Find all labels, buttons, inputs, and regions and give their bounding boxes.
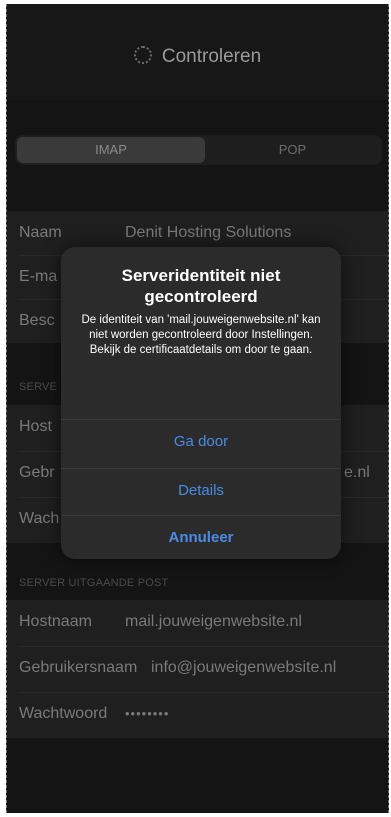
outgoing-hostname-value: mail.jouweigenwebsite.nl	[125, 613, 302, 630]
email-label: E-ma	[19, 268, 58, 285]
server-identity-alert: Serveridentiteit niet gecontroleerd De i…	[61, 247, 341, 559]
navigation-bar: Controleren	[7, 4, 388, 100]
alert-message: De identiteit van 'mail.jouweigenwebsite…	[81, 314, 321, 356]
protocol-segmented-control: IMAP POP	[15, 135, 382, 165]
outgoing-username-value: info@jouweigenwebsite.nl	[151, 659, 337, 676]
alert-title: Serveridentiteit niet gecontroleerd	[121, 266, 281, 306]
tab-imap[interactable]: IMAP	[17, 137, 205, 163]
outgoing-server-group: Hostnaam mail.jouweigenwebsite.nl Gebrui…	[7, 600, 388, 738]
outgoing-password-value: ••••••••	[125, 706, 170, 721]
incoming-hostname-label: Host	[19, 418, 52, 435]
outgoing-hostname-row[interactable]: Hostnaam mail.jouweigenwebsite.nl	[7, 600, 388, 644]
name-label: Naam	[19, 224, 62, 241]
outgoing-username-label: Gebruikersnaam	[19, 659, 138, 676]
outgoing-server-header: SERVER UITGAANDE POST	[19, 577, 169, 589]
outgoing-username-row[interactable]: Gebruikersnaam info@jouweigenwebsite.nl	[7, 646, 388, 690]
continue-button[interactable]: Ga door	[61, 419, 341, 464]
tab-pop[interactable]: POP	[205, 137, 380, 163]
incoming-server-header: SERVE	[19, 381, 58, 393]
settings-screen: Controleren IMAP POP Naam Denit Hosting …	[6, 4, 389, 813]
incoming-username-value: e.nl	[344, 464, 370, 481]
outgoing-password-row[interactable]: Wachtwoord ••••••••	[7, 692, 388, 736]
nav-title-container: Controleren	[7, 46, 388, 68]
outgoing-password-label: Wachtwoord	[19, 705, 108, 722]
nav-title: Controleren	[161, 46, 262, 67]
description-label: Besc	[19, 312, 55, 329]
incoming-username-label: Gebr	[19, 464, 55, 481]
incoming-password-label: Wach	[19, 510, 60, 527]
cancel-button[interactable]: Annuleer	[61, 515, 341, 559]
details-button[interactable]: Details	[61, 468, 341, 513]
outgoing-hostname-label: Hostnaam	[19, 613, 92, 630]
activity-spinner-icon	[133, 46, 152, 64]
